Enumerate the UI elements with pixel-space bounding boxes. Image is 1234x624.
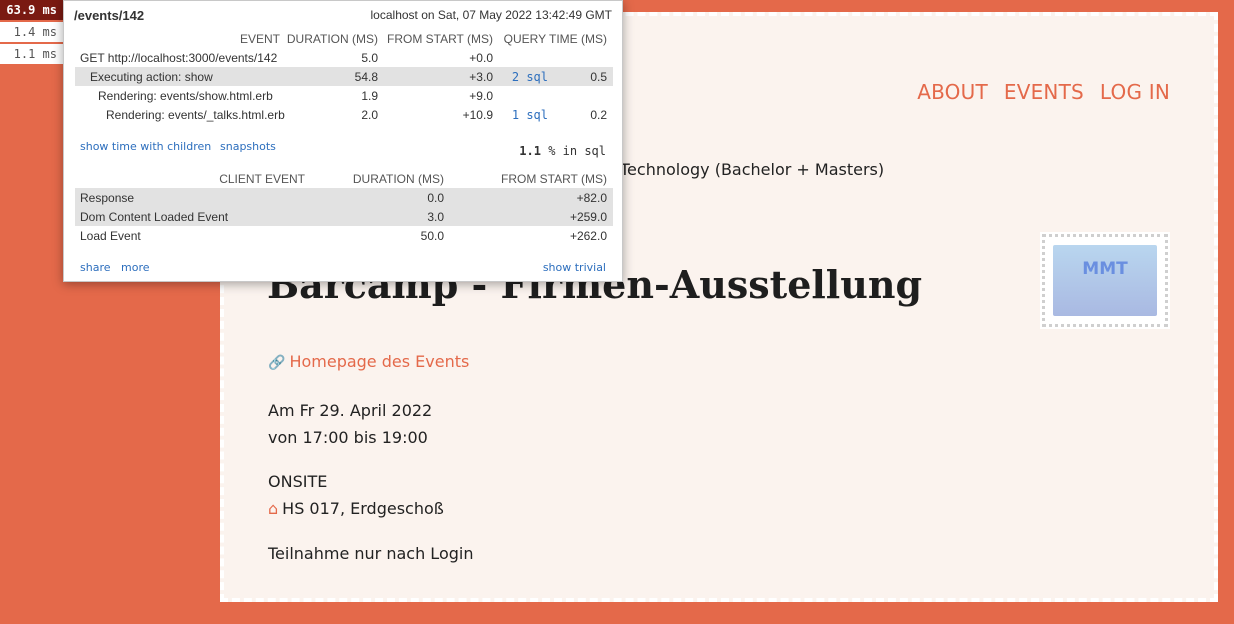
profiler-badge-request[interactable]: 63.9 ms — [0, 0, 64, 20]
timing-from-start: +3.0 — [384, 67, 499, 86]
client-event-name: Dom Content Loaded Event — [75, 207, 311, 226]
home-icon: ⌂ — [268, 499, 279, 518]
client-event-from-start: +82.0 — [450, 188, 613, 207]
client-row: Dom Content Loaded Event 3.0 +259.0 — [75, 207, 613, 226]
timings-header-row: EVENT DURATION (MS) FROM START (MS) QUER… — [75, 29, 613, 48]
client-event-duration: 0.0 — [311, 188, 450, 207]
col-client-from-start: FROM START (MS) — [501, 171, 607, 186]
event-location: ONSITE ⌂ HS 017, Erdgeschoß — [268, 468, 444, 522]
server-timings-table: EVENT DURATION (MS) FROM START (MS) QUER… — [75, 29, 614, 124]
timing-name: Rendering: events/_talks.html.erb — [106, 107, 285, 122]
link-icon: 🔗 — [268, 355, 286, 371]
timing-query-time: 0.2 — [590, 107, 608, 122]
show-trivial-link[interactable]: show trivial — [543, 261, 606, 274]
timing-name: Executing action: show — [75, 67, 286, 86]
profiler-badges: 63.9 ms 1.4 ms 1.1 ms — [0, 0, 64, 66]
col-query-time: QUERY TIME (MS) — [503, 31, 608, 46]
sql-percent-label: % in sql — [548, 144, 606, 158]
event-homepage-link[interactable]: 🔗 Homepage des Events — [268, 352, 469, 371]
event-room-label: HS 017, Erdgeschoß — [282, 499, 444, 518]
event-homepage-label: Homepage des Events — [289, 352, 470, 371]
client-event-name: Response — [75, 188, 311, 207]
sql-percent: 1.1 % in sql — [519, 144, 606, 158]
client-row: Load Event 50.0 +262.0 — [75, 226, 613, 245]
profiler-badge-ajax-2[interactable]: 1.1 ms — [0, 44, 64, 64]
profiler-badge-ajax-1[interactable]: 1.4 ms — [0, 22, 64, 42]
main-nav: ABOUT EVENTS LOG IN — [917, 80, 1170, 104]
program-subtitle: Technology (Bachelor + Masters) — [620, 160, 885, 179]
timing-from-start: +10.9 — [462, 107, 493, 122]
timing-duration: 2.0 — [361, 107, 378, 122]
timing-name: Rendering: events/show.html.erb — [98, 88, 273, 103]
nav-about-link[interactable]: ABOUT — [917, 80, 988, 104]
timing-duration: 5.0 — [361, 50, 378, 65]
col-client-duration: DURATION (MS) — [352, 171, 444, 186]
col-from-start: FROM START (MS) — [387, 31, 493, 46]
nav-login-link[interactable]: LOG IN — [1100, 80, 1170, 104]
event-room: ⌂ HS 017, Erdgeschoß — [268, 495, 444, 522]
more-link[interactable]: more — [121, 261, 150, 274]
timing-row: Rendering: events/_talks.html.erb 2.0 +1… — [75, 105, 613, 124]
timing-row: Executing action: show 54.8 +3.0 2 sql 0… — [75, 67, 614, 86]
client-event-from-start: +259.0 — [450, 207, 613, 226]
stamp-image: MMT — [1053, 245, 1157, 316]
sql-queries-link[interactable]: 1 sql — [512, 108, 548, 122]
profiler-request-path: /events/142 — [74, 8, 145, 23]
event-date: Am Fr 29. April 2022 — [268, 401, 433, 420]
client-timings-table: CLIENT EVENT DURATION (MS) FROM START (M… — [75, 169, 613, 245]
timing-from-start: +0.0 — [469, 50, 493, 65]
profiler-popup: /events/142 localhost on Sat, 07 May 202… — [63, 0, 623, 282]
sql-percent-value: 1.1 — [519, 144, 541, 158]
mmt-stamp-logo: MMT — [1042, 234, 1168, 327]
timing-duration: 1.9 — [361, 88, 378, 103]
profiler-header: /events/142 localhost on Sat, 07 May 202… — [74, 8, 612, 24]
share-link[interactable]: share — [80, 261, 111, 274]
timing-sql — [499, 86, 554, 105]
stamp-label: MMT — [1082, 259, 1128, 279]
nav-events-link[interactable]: EVENTS — [1004, 80, 1084, 104]
timing-row: Rendering: events/show.html.erb 1.9 +9.0 — [75, 86, 613, 105]
timing-duration: 54.8 — [286, 67, 384, 86]
timing-sql — [499, 48, 554, 67]
show-time-with-children-link[interactable]: show time with children — [80, 140, 211, 153]
event-mode: ONSITE — [268, 472, 328, 491]
timing-query-time — [554, 48, 613, 67]
sql-queries-link[interactable]: 2 sql — [512, 70, 548, 84]
client-event-name: Load Event — [80, 228, 141, 243]
timing-query-time: 0.5 — [554, 67, 614, 86]
col-client-event: CLIENT EVENT — [219, 171, 305, 186]
col-duration: DURATION (MS) — [286, 31, 378, 46]
snapshots-link[interactable]: snapshots — [220, 140, 276, 153]
event-participation: Teilnahme nur nach Login — [268, 544, 474, 563]
client-event-from-start: +262.0 — [569, 228, 607, 243]
timing-from-start: +9.0 — [469, 88, 493, 103]
event-datetime: Am Fr 29. April 2022 von 17:00 bis 19:00 — [268, 397, 432, 451]
client-row: Response 0.0 +82.0 — [75, 188, 613, 207]
timing-query-time — [554, 86, 613, 105]
client-header-row: CLIENT EVENT DURATION (MS) FROM START (M… — [75, 169, 613, 188]
event-time: von 17:00 bis 19:00 — [268, 428, 428, 447]
client-event-duration: 3.0 — [311, 207, 450, 226]
client-event-duration: 50.0 — [420, 228, 444, 243]
col-event: EVENT — [239, 31, 280, 46]
timing-name: GET http://localhost:3000/events/142 — [80, 50, 278, 65]
timing-row: GET http://localhost:3000/events/142 5.0… — [75, 48, 613, 67]
profiler-timestamp: localhost on Sat, 07 May 2022 13:42:49 G… — [370, 8, 612, 22]
